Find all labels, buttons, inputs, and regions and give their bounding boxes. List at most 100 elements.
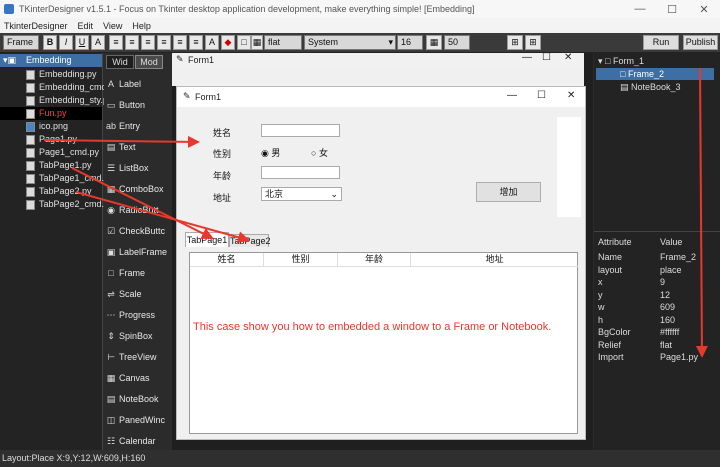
property-value[interactable]: Page1.py <box>660 352 698 362</box>
property-value[interactable]: place <box>660 265 682 275</box>
column-header-address[interactable]: 地址 <box>411 253 578 266</box>
property-value[interactable]: 160 <box>660 315 675 325</box>
menu-tkinterdesigner[interactable]: TkinterDesigner <box>4 21 68 31</box>
align-left-icon[interactable]: ≡ <box>109 35 123 50</box>
align-middle-icon[interactable]: ≡ <box>173 35 187 50</box>
maximize-icon[interactable]: ☐ <box>537 90 546 101</box>
underline-button[interactable]: U <box>75 35 89 50</box>
widget-entry[interactable]: ab Entry <box>106 117 172 135</box>
file-item[interactable]: Page1_cmd.py <box>8 146 99 159</box>
maximize-icon[interactable]: ☐ <box>656 3 688 16</box>
widget-radiobutton[interactable]: ◉ RadioButt <box>106 201 172 219</box>
python-file-icon <box>26 199 35 210</box>
property-value[interactable]: 9 <box>660 277 665 287</box>
font-color-icon[interactable]: A <box>205 35 219 50</box>
font-select[interactable]: System ▾ <box>304 35 396 50</box>
widget-name: TreeView <box>119 352 157 362</box>
close-icon[interactable]: ✕ <box>564 52 572 63</box>
layout-icon-1[interactable]: ⊞ <box>507 35 523 50</box>
italic-button[interactable]: I <box>59 35 73 50</box>
border-icon[interactable]: □ <box>237 35 251 50</box>
outer-form-titlebar[interactable]: ✎ Form1 — ☐ ✕ <box>172 52 584 67</box>
menu-help[interactable]: Help <box>132 21 151 31</box>
widget-button[interactable]: ▭ Button <box>106 96 172 114</box>
property-name: w <box>598 302 605 312</box>
relief-select[interactable]: flat <box>264 35 302 50</box>
widget-text[interactable]: ▤ Text <box>106 138 172 156</box>
widget-scale[interactable]: ⇌ Scale <box>106 285 172 303</box>
embedded-frame[interactable]: 姓名 性别 ◉ 男 ○ 女 年龄 地址 北京 ⌄ 增加 <box>183 115 557 215</box>
file-item[interactable]: Embedding_cmd.p <box>8 81 114 94</box>
tab-widgets[interactable]: Wid <box>106 55 134 69</box>
bold-button[interactable]: B <box>43 35 57 50</box>
close-icon[interactable]: ✕ <box>567 90 575 101</box>
minimize-icon[interactable]: — <box>522 52 532 63</box>
file-item[interactable]: TabPage1_cmd.p <box>8 172 109 185</box>
grid-icon[interactable]: ▦ <box>426 35 442 50</box>
file-item[interactable]: TabPage1.py <box>8 159 92 172</box>
widget-calendar[interactable]: ☷ Calendar <box>106 432 172 450</box>
minimize-icon[interactable]: — <box>507 90 517 101</box>
add-button[interactable]: 增加 <box>476 182 541 202</box>
property-value[interactable]: flat <box>660 340 672 350</box>
widget-frame[interactable]: □ Frame <box>106 264 172 282</box>
inner-form-titlebar[interactable]: ✎ Form1 — ☐ ✕ <box>177 87 585 107</box>
age-input[interactable] <box>261 166 340 179</box>
file-item[interactable]: Embedding.py <box>8 68 97 81</box>
address-combobox[interactable]: 北京 ⌄ <box>261 187 342 201</box>
widget-checkbutton[interactable]: ☑ CheckButtc <box>106 222 172 240</box>
frame-selector[interactable]: Frame <box>3 35 39 50</box>
widget-spinbox[interactable]: ⇕ SpinBox <box>106 327 172 345</box>
widget-name: Entry <box>119 121 141 131</box>
name-input[interactable] <box>261 124 340 137</box>
file-item[interactable]: ico.png <box>8 120 68 133</box>
widget-label[interactable]: A Label <box>106 75 172 93</box>
file-item[interactable]: Embedding_sty.p <box>8 94 108 107</box>
male-radio[interactable]: ◉ 男 <box>261 146 280 159</box>
minimize-icon[interactable]: — <box>624 3 656 15</box>
file-item-selected[interactable]: Fun.py <box>8 107 67 120</box>
widget-notebook[interactable]: ▤ NoteBook <box>106 390 172 408</box>
property-value[interactable]: 12 <box>660 290 670 300</box>
align-right-icon[interactable]: ≡ <box>141 35 155 50</box>
column-header-age[interactable]: 年龄 <box>338 253 411 266</box>
menu-view[interactable]: View <box>103 21 122 31</box>
maximize-icon[interactable]: ☐ <box>542 52 551 63</box>
widget-combobox[interactable]: ▦ ComboBox <box>106 180 172 198</box>
widget-treeview[interactable]: ⊢ TreeView <box>106 348 172 366</box>
tree-item-form[interactable]: ▾ □ Form_1 <box>598 55 644 67</box>
tab-modules[interactable]: Mod <box>135 55 163 69</box>
align-center-icon[interactable]: ≡ <box>125 35 139 50</box>
publish-button[interactable]: Publish <box>683 35 718 50</box>
text-a-button[interactable]: A <box>91 35 105 50</box>
property-value[interactable]: Frame_2 <box>660 252 696 262</box>
font-size-select[interactable]: 16 <box>397 35 423 50</box>
run-button[interactable]: Run <box>643 35 679 50</box>
tree-item-notebook[interactable]: ▤ NoteBook_3 <box>620 81 681 93</box>
file-item[interactable]: TabPage2.py <box>8 185 92 198</box>
widget-listbox[interactable]: ☰ ListBox <box>106 159 172 177</box>
layout-icon-2[interactable]: ⊞ <box>525 35 541 50</box>
widget-panedwindow[interactable]: ◫ PanedWinc <box>106 411 172 429</box>
tab-tabpage2[interactable]: TabPage2 <box>229 234 271 247</box>
percent-spinbox[interactable]: 50 <box>444 35 470 50</box>
tree-item-frame[interactable]: □ Frame_2 <box>620 68 664 80</box>
file-tree-root[interactable]: ▾▣ Embedding <box>0 54 102 67</box>
widget-canvas[interactable]: ▦ Canvas <box>106 369 172 387</box>
image-icon[interactable]: ▦ <box>251 35 263 50</box>
column-header-gender[interactable]: 性别 <box>264 253 338 266</box>
file-item[interactable]: Page1.py <box>8 133 77 146</box>
property-value[interactable]: 609 <box>660 302 675 312</box>
property-value[interactable]: #ffffff <box>660 327 679 337</box>
file-item[interactable]: TabPage2_cmd.p <box>8 198 109 211</box>
fill-color-icon[interactable]: ◆ <box>221 35 235 50</box>
tab-tabpage1[interactable]: TabPage1 <box>185 232 229 247</box>
menu-edit[interactable]: Edit <box>78 21 94 31</box>
column-header-name[interactable]: 姓名 <box>190 253 264 266</box>
widget-progress[interactable]: ⋯ Progress <box>106 306 172 324</box>
female-radio[interactable]: ○ 女 <box>311 146 328 159</box>
align-bottom-icon[interactable]: ≡ <box>189 35 203 50</box>
align-top-icon[interactable]: ≡ <box>157 35 171 50</box>
close-icon[interactable]: ✕ <box>688 3 720 16</box>
widget-labelframe[interactable]: ▣ LabelFrame <box>106 243 172 261</box>
